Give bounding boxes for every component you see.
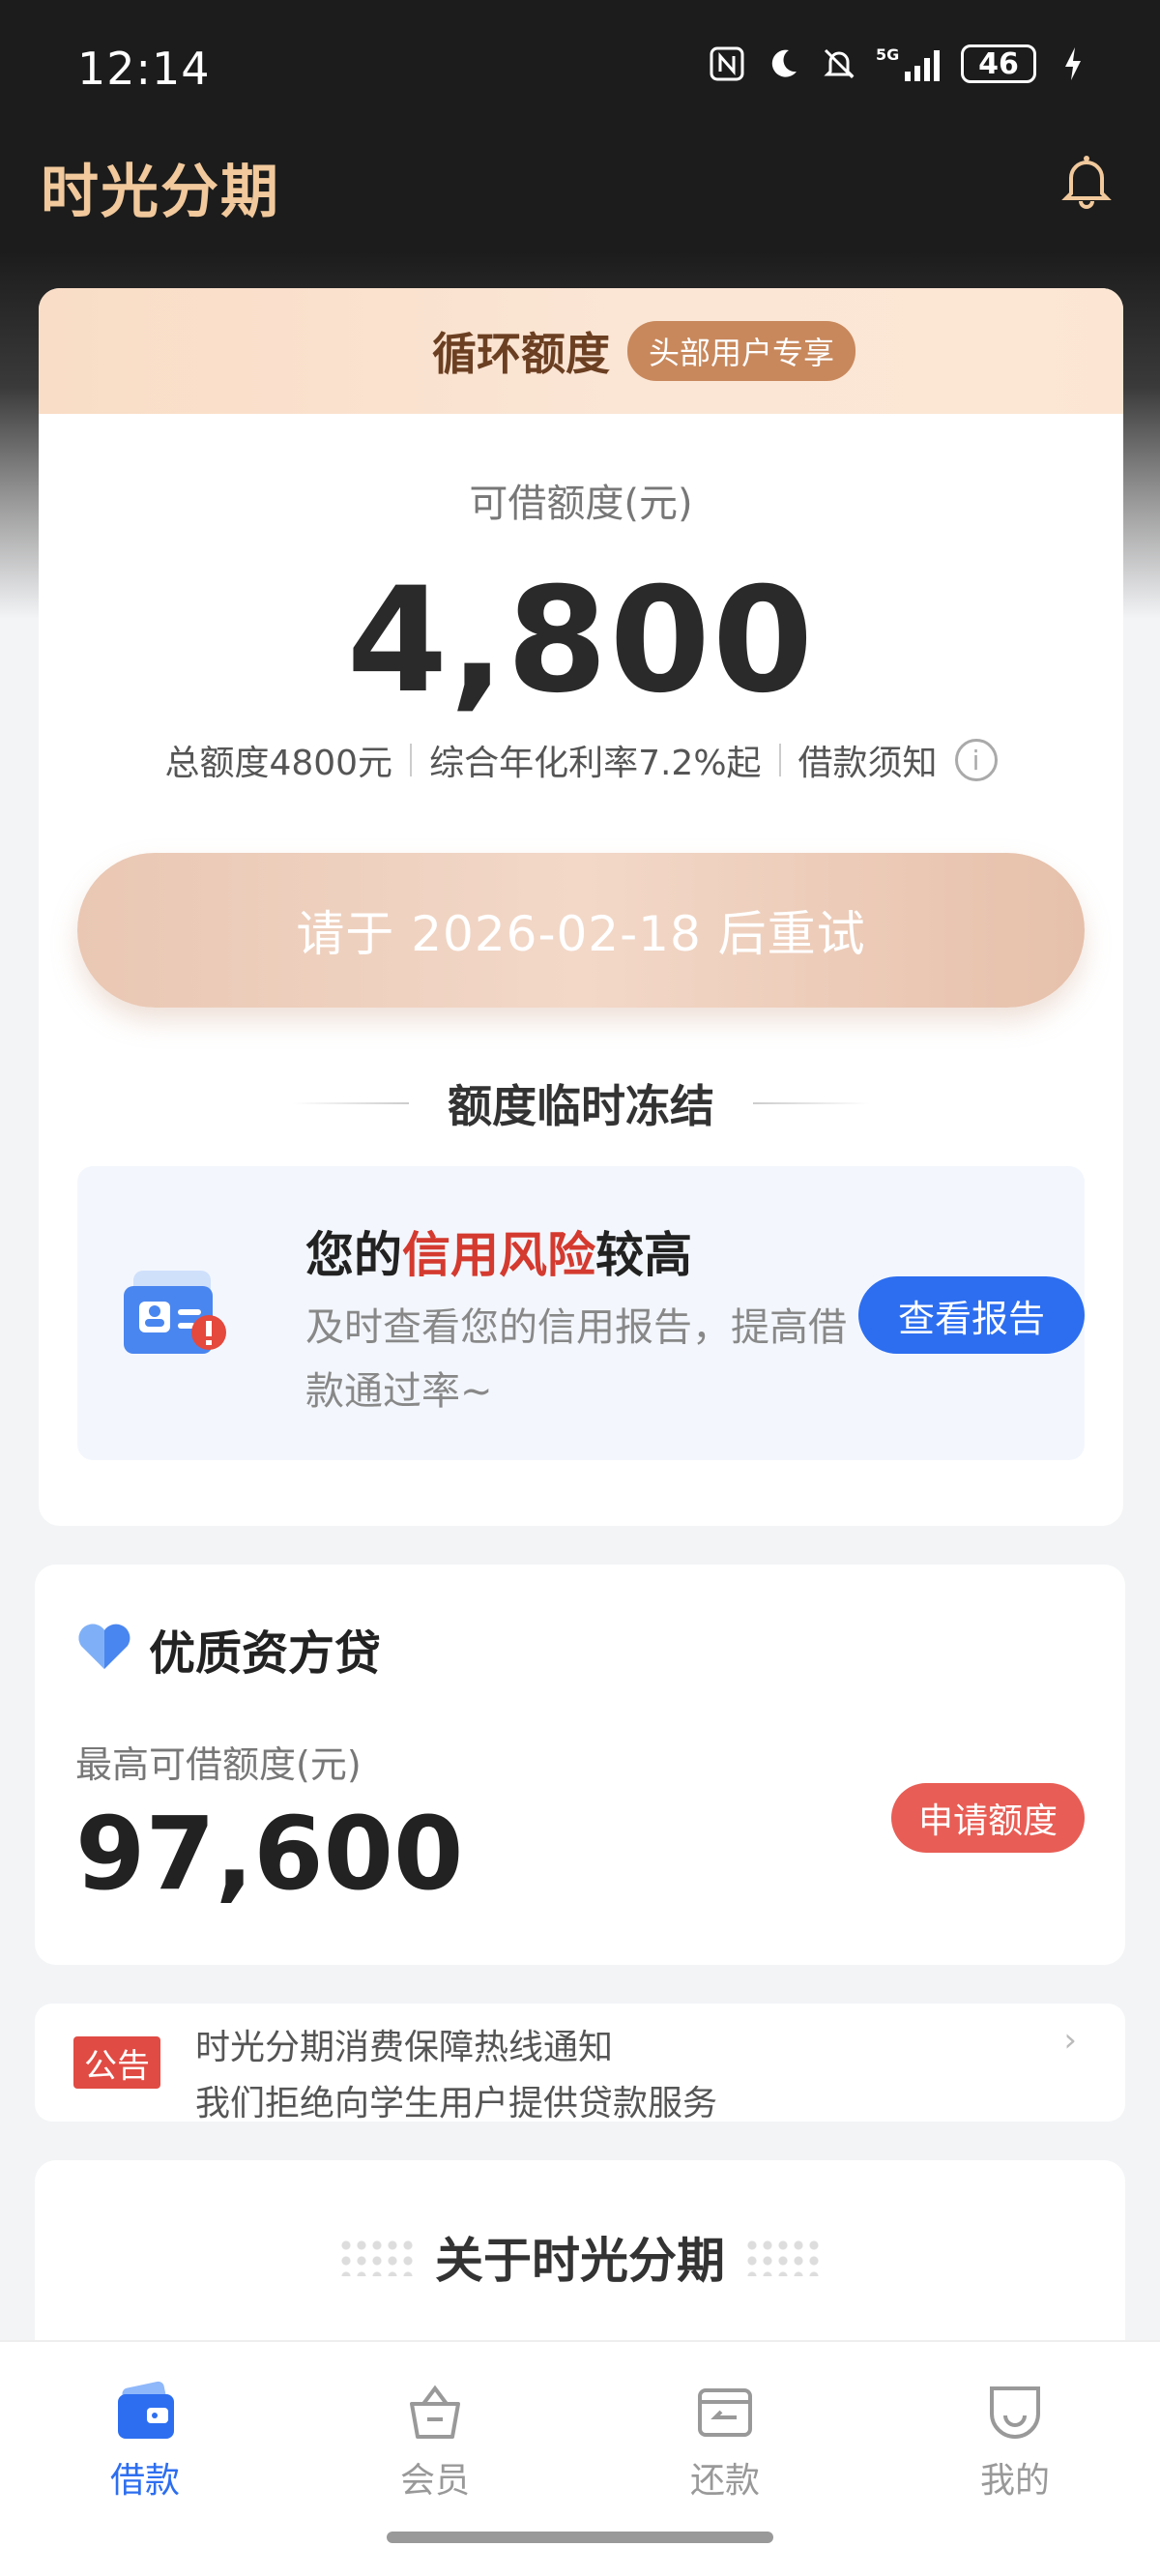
info-icon[interactable]: i bbox=[954, 739, 998, 781]
premium-user-badge: 头部用户专享 bbox=[626, 321, 856, 381]
credit-risk-description: 及时查看您的信用报告，提高借款通过率~ bbox=[305, 1305, 847, 1414]
moon-icon bbox=[764, 44, 802, 83]
home-indicator[interactable] bbox=[387, 2532, 773, 2543]
chevron-right-icon: › bbox=[1063, 2021, 1077, 2060]
risk-title-suffix: 较高 bbox=[595, 1227, 692, 1283]
basket-icon bbox=[400, 2377, 470, 2446]
credit-risk-title: 您的信用风险较高 bbox=[305, 1216, 692, 1286]
credit-report-warning-icon bbox=[116, 1257, 236, 1377]
bell-muted-icon bbox=[820, 44, 858, 83]
freeze-title-text: 额度临时冻结 bbox=[448, 1080, 714, 1132]
credit-card-title: 循环额度 bbox=[431, 328, 610, 380]
nav-label: 会员 bbox=[399, 2461, 470, 2501]
app-header: 时光分期 bbox=[0, 145, 1160, 251]
risk-title-highlight: 信用风险 bbox=[402, 1227, 595, 1283]
total-limit-text: 总额度4800元 bbox=[164, 744, 393, 783]
nav-label: 我的 bbox=[979, 2461, 1050, 2501]
battery-icon: 46 bbox=[961, 44, 1036, 83]
status-bar: 12:14 5G 46 bbox=[0, 0, 1160, 145]
available-limit-amount: 4,800 bbox=[346, 557, 816, 725]
app-title: 时光分期 bbox=[41, 159, 280, 226]
decorative-dots bbox=[338, 2238, 416, 2276]
notice-tag: 公告 bbox=[73, 2036, 160, 2089]
nfc-icon bbox=[708, 44, 746, 83]
decorative-dots bbox=[744, 2238, 822, 2276]
credit-risk-box: 您的信用风险较高 及时查看您的信用报告，提高借款通过率~ 查看报告 bbox=[77, 1166, 1085, 1460]
charging-icon bbox=[1054, 44, 1092, 83]
freeze-section-title: 额度临时冻结 bbox=[39, 1071, 1123, 1135]
nav-membership[interactable]: 会员 bbox=[358, 2377, 512, 2503]
retry-button[interactable]: 请于 2026-02-18 后重试 bbox=[77, 853, 1085, 1008]
divider bbox=[410, 744, 413, 776]
face-icon bbox=[980, 2377, 1050, 2446]
notice-banner[interactable]: 公告 时光分期消费保障热线通知 我们拒绝向学生用户提供贷款服务 › bbox=[35, 2004, 1125, 2122]
limit-info-row: 总额度4800元 综合年化利率7.2%起 借款须知 i bbox=[39, 735, 1123, 785]
signal-5g-icon: 5G bbox=[876, 44, 943, 83]
credit-card-header: 循环额度 头部用户专享 bbox=[39, 288, 1123, 414]
premium-loan-title: 优质资方贷 bbox=[149, 1626, 382, 1681]
about-title: 关于时光分期 bbox=[35, 2222, 1125, 2292]
nav-profile[interactable]: 我的 bbox=[938, 2377, 1092, 2503]
notice-text: 时光分期消费保障热线通知 bbox=[195, 2028, 614, 2067]
card-return-icon bbox=[690, 2377, 760, 2446]
nav-label: 还款 bbox=[689, 2461, 760, 2501]
wallet-icon bbox=[110, 2377, 180, 2446]
nav-repayment[interactable]: 还款 bbox=[648, 2377, 802, 2503]
divider bbox=[293, 1102, 409, 1104]
available-limit-label: 可借额度(元) bbox=[469, 482, 693, 526]
about-title-text: 关于时光分期 bbox=[435, 2233, 725, 2289]
max-limit-label: 最高可借额度(元) bbox=[75, 1743, 362, 1786]
svg-text:5G: 5G bbox=[876, 45, 899, 64]
heart-icon bbox=[75, 1619, 133, 1673]
interest-rate-text: 综合年化利率7.2%起 bbox=[429, 744, 762, 783]
divider bbox=[778, 744, 781, 776]
status-icons: 5G 46 bbox=[708, 44, 1092, 83]
notice-text: 我们拒绝向学生用户提供贷款服务 bbox=[195, 2084, 718, 2122]
premium-loan-card[interactable]: 优质资方贷 最高可借额度(元) 97,600 申请额度 bbox=[35, 1565, 1125, 1965]
nav-label: 借款 bbox=[109, 2461, 180, 2501]
loan-notice-link[interactable]: 借款须知 bbox=[798, 735, 938, 785]
notification-bell-icon[interactable] bbox=[1056, 151, 1117, 213]
risk-title-prefix: 您的 bbox=[305, 1227, 402, 1283]
status-time: 12:14 bbox=[77, 43, 211, 95]
max-limit-amount: 97,600 bbox=[75, 1795, 464, 1913]
view-report-button[interactable]: 查看报告 bbox=[858, 1276, 1085, 1354]
apply-limit-button[interactable]: 申请额度 bbox=[891, 1783, 1085, 1853]
credit-card: 循环额度 头部用户专享 可借额度(元) 4,800 总额度4800元 综合年化利… bbox=[39, 288, 1123, 1526]
nav-loan[interactable]: 借款 bbox=[68, 2377, 222, 2503]
divider bbox=[753, 1102, 869, 1104]
